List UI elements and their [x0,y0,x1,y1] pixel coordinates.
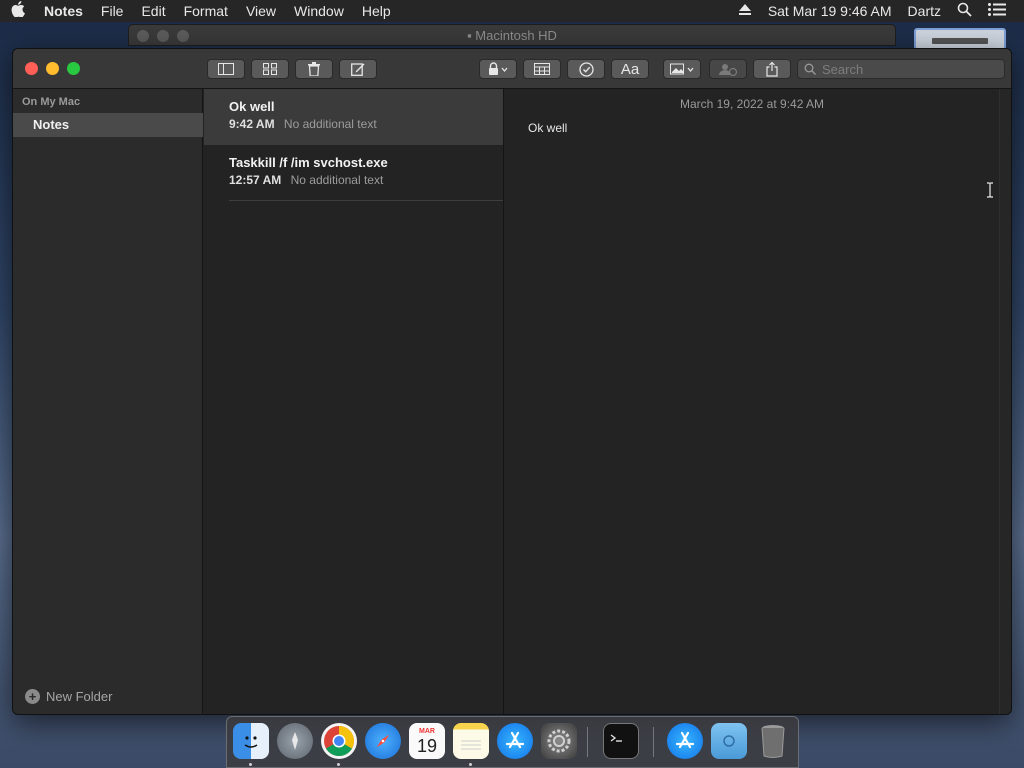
calendar-day: 19 [416,735,438,756]
calendar-icon[interactable]: MAR 19 [409,723,445,759]
calendar-month: MAR [419,727,435,735]
search-input[interactable] [822,61,992,77]
menu-format[interactable]: Format [175,0,237,22]
finder-icon[interactable] [233,723,269,759]
sidebar-section-header: On My Mac [22,96,81,108]
new-note-button[interactable] [339,59,377,79]
note-date: March 19, 2022 at 9:42 AM [679,97,825,111]
lock-note-button[interactable] [479,59,517,79]
zoom-button[interactable] [67,62,80,75]
text-cursor-icon [987,182,993,198]
launchpad-icon[interactable] [277,723,313,759]
add-people-button[interactable] [709,59,747,79]
note-body-text[interactable]: Ok well [528,121,567,135]
menu-edit[interactable]: Edit [132,0,174,22]
menu-file[interactable]: File [92,0,133,22]
divider [229,200,503,201]
checklist-button[interactable] [567,59,605,79]
media-button[interactable] [663,59,701,79]
menu-bar: Notes File Edit Format View Window Help … [0,0,1024,22]
notification-center-icon[interactable] [980,3,1014,19]
list-item[interactable]: Ok well 9:42 AM No additional text [204,89,503,145]
note-time: 9:42 AM [229,117,275,131]
dock-separator [653,727,654,757]
trash-icon[interactable] [755,723,791,759]
apple-logo-icon[interactable] [0,1,36,21]
note-editor[interactable]: March 19, 2022 at 9:42 AM Ok well [505,89,999,714]
close-button[interactable] [25,62,38,75]
menu-window[interactable]: Window [285,0,353,22]
desktop-drive-icon[interactable] [914,28,1006,50]
terminal-icon[interactable] [603,723,639,759]
running-indicator [337,763,340,766]
minimize-button[interactable] [46,62,59,75]
sidebar-item-notes[interactable]: Notes [13,113,203,137]
delete-note-button[interactable] [295,59,333,79]
background-finder-window[interactable]: ▪ Macintosh HD [128,24,896,46]
folders-sidebar: On My Mac Notes + New Folder [13,89,203,714]
insert-table-button[interactable] [523,59,561,79]
sidebar-icon [218,63,234,75]
list-item[interactable]: Taskkill /f /im svchost.exe 12:57 AM No … [204,145,503,201]
menu-view[interactable]: View [237,0,285,22]
note-title: Ok well [229,99,275,114]
menubar-user[interactable]: Dartz [900,3,949,19]
grid-icon [263,63,277,75]
note-time: 12:57 AM [229,173,282,187]
toolbar: Aa [13,49,1011,89]
share-button[interactable] [753,59,791,79]
gallery-view-button[interactable] [251,59,289,79]
background-window-title: ▪ Macintosh HD [129,28,895,43]
note-title: Taskkill /f /im svchost.exe [229,155,388,170]
safari-icon[interactable] [365,723,401,759]
system-preferences-icon[interactable] [541,723,577,759]
hard-drive-icon: ▪ [467,28,472,43]
app-store-downloads-icon[interactable] [667,723,703,759]
add-people-icon [719,64,738,76]
notes-icon[interactable] [453,723,489,759]
running-indicator [249,763,252,766]
background-window-title-text: Macintosh HD [475,28,557,43]
chrome-icon[interactable] [321,723,357,759]
trash-icon [308,62,320,76]
app-store-icon[interactable] [497,723,533,759]
scrollbar[interactable] [999,89,1011,714]
menu-help[interactable]: Help [353,0,400,22]
lock-icon [489,62,508,75]
new-folder-label: New Folder [46,689,113,704]
toggle-sidebar-button[interactable] [207,59,245,79]
note-meta: 12:57 AM No additional text [229,173,503,187]
downloads-folder-icon[interactable] [711,723,747,759]
eject-icon[interactable] [730,3,760,19]
photo-icon [670,63,694,75]
search-field[interactable] [797,59,1005,79]
note-preview: No additional text [290,173,384,187]
new-folder-button[interactable]: + New Folder [25,689,112,704]
menubar-clock[interactable]: Sat Mar 19 9:46 AM [760,3,900,19]
search-icon [804,63,816,75]
menu-app-notes[interactable]: Notes [36,0,92,22]
dock-separator [587,727,588,757]
running-indicator [469,763,472,766]
spotlight-search-icon[interactable] [949,2,980,20]
format-text-button[interactable]: Aa [611,59,649,79]
note-preview: No additional text [283,117,377,131]
checkmark-circle-icon [578,61,594,77]
note-list: Ok well 9:42 AM No additional text Taskk… [204,89,504,714]
table-icon [534,63,550,75]
note-meta: 9:42 AM No additional text [229,117,503,131]
notes-window: Aa On My Mac Notes + New Folder Ok well … [12,48,1012,715]
plus-circle-icon: + [25,689,40,704]
share-icon [766,61,778,77]
window-controls [25,62,80,75]
text-format-icon: Aa [620,60,640,78]
compose-icon [351,63,365,76]
dock: MAR 19 [226,716,799,768]
